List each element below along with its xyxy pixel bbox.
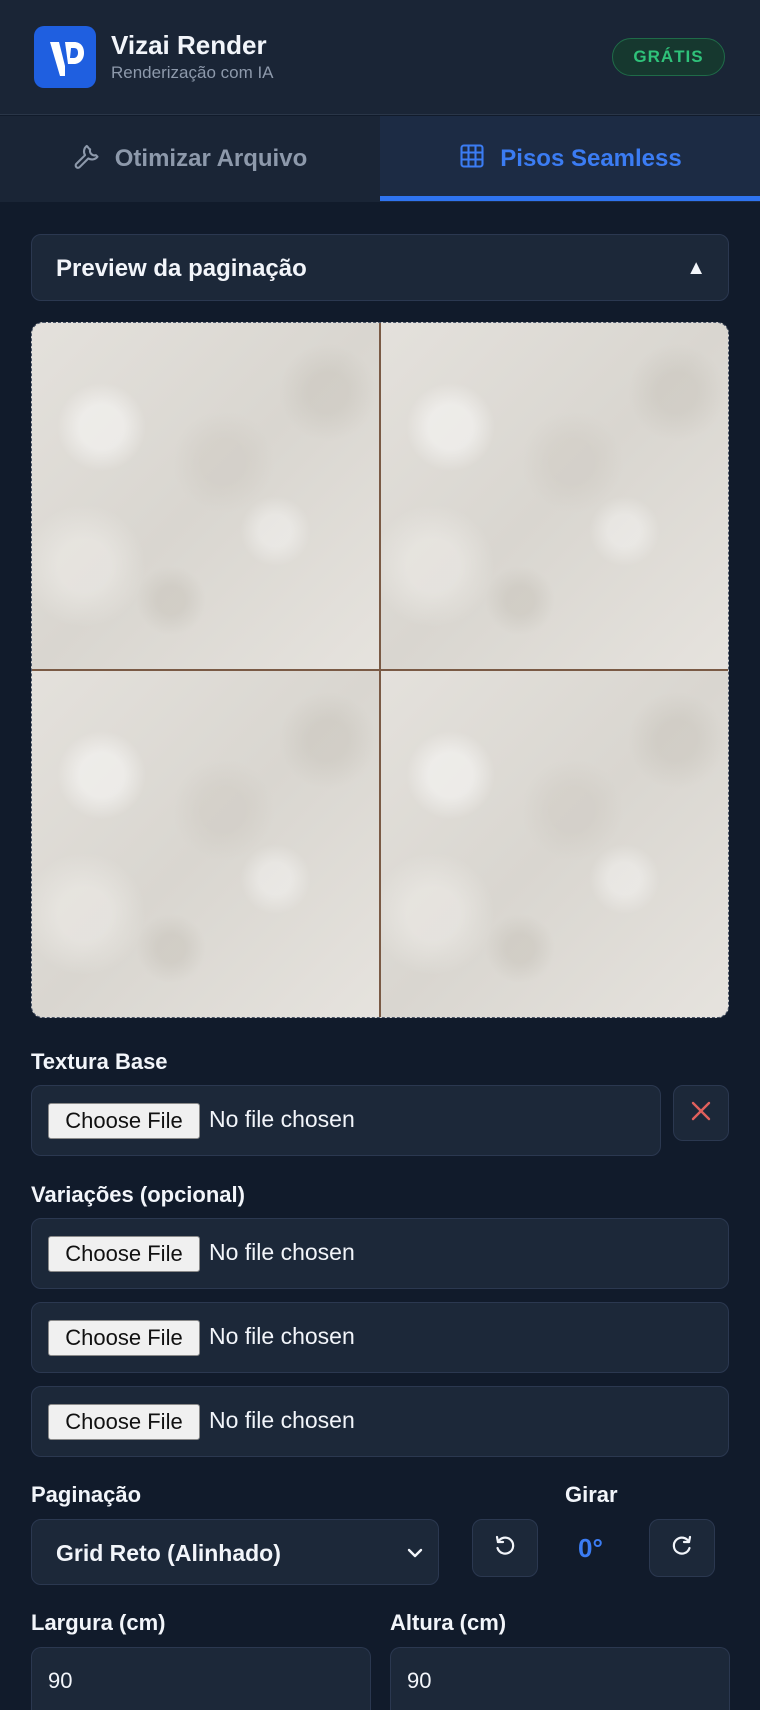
selected-pagination: Grid Reto (Alinhado) bbox=[56, 1540, 281, 1566]
grid-icon bbox=[458, 142, 486, 177]
clear-texture-button[interactable] bbox=[673, 1085, 729, 1141]
height-input[interactable]: 90 bbox=[390, 1647, 730, 1710]
rotate-left-button[interactable] bbox=[472, 1519, 538, 1577]
variations-label: Variações (opcional) bbox=[31, 1182, 245, 1207]
app-title: Vizai Render bbox=[111, 30, 267, 60]
tab-label: Pisos Seamless bbox=[500, 145, 682, 172]
texture-base-label: Textura Base bbox=[31, 1049, 168, 1074]
choose-file-button[interactable]: Choose File bbox=[48, 1236, 200, 1272]
active-tab-indicator bbox=[380, 196, 760, 201]
tab-otimizar-arquivo[interactable]: Otimizar Arquivo bbox=[0, 116, 380, 202]
tab-bar: Otimizar Arquivo Pisos Seamless bbox=[0, 116, 760, 202]
variation-file-input[interactable]: Choose File No file chosen bbox=[31, 1218, 729, 1289]
file-status: No file chosen bbox=[209, 1106, 355, 1132]
grout-line bbox=[32, 669, 728, 671]
variation-file-input[interactable]: Choose File No file chosen bbox=[31, 1386, 729, 1457]
file-status: No file chosen bbox=[209, 1239, 355, 1265]
pagination-preview bbox=[31, 322, 729, 1018]
floor-tile bbox=[381, 323, 728, 670]
height-value: 90 bbox=[407, 1668, 432, 1693]
texture-base-file-input[interactable]: Choose File No file chosen bbox=[31, 1085, 661, 1156]
preview-accordion-header[interactable]: Preview da paginação ▲ bbox=[31, 234, 729, 301]
choose-file-button[interactable]: Choose File bbox=[48, 1320, 200, 1356]
choose-file-button[interactable]: Choose File bbox=[48, 1103, 200, 1139]
rotate-cw-icon bbox=[670, 1534, 694, 1563]
rotation-value: 0° bbox=[578, 1533, 603, 1563]
width-value: 90 bbox=[48, 1668, 73, 1693]
wrench-icon bbox=[73, 142, 101, 177]
width-label: Largura (cm) bbox=[31, 1610, 166, 1635]
pagination-select[interactable]: Grid Reto (Alinhado) bbox=[31, 1519, 439, 1585]
choose-file-button[interactable]: Choose File bbox=[48, 1404, 200, 1440]
file-status: No file chosen bbox=[209, 1323, 355, 1349]
floor-tile bbox=[32, 323, 380, 670]
caret-up-icon: ▲ bbox=[686, 257, 706, 279]
rotate-right-button[interactable] bbox=[649, 1519, 715, 1577]
plan-badge: GRÁTIS bbox=[612, 38, 725, 76]
app-header: Vizai Render Renderização com IA GRÁTIS bbox=[0, 0, 760, 115]
close-icon bbox=[690, 1097, 712, 1129]
vizai-logo-icon bbox=[34, 26, 96, 88]
accordion-title: Preview da paginação bbox=[56, 255, 307, 282]
variation-file-input[interactable]: Choose File No file chosen bbox=[31, 1302, 729, 1373]
height-label: Altura (cm) bbox=[390, 1610, 507, 1635]
tab-pisos-seamless[interactable]: Pisos Seamless bbox=[380, 116, 760, 202]
floor-tile bbox=[381, 671, 728, 1017]
pagination-label: Paginação bbox=[31, 1482, 142, 1507]
app-subtitle: Renderização com IA bbox=[111, 63, 274, 82]
chevron-down-icon bbox=[406, 1544, 424, 1567]
rotate-label: Girar bbox=[565, 1482, 618, 1507]
width-input[interactable]: 90 bbox=[31, 1647, 371, 1710]
floor-tile bbox=[32, 671, 380, 1017]
rotate-ccw-icon bbox=[493, 1534, 517, 1563]
tab-label: Otimizar Arquivo bbox=[114, 145, 308, 172]
file-status: No file chosen bbox=[209, 1407, 355, 1433]
